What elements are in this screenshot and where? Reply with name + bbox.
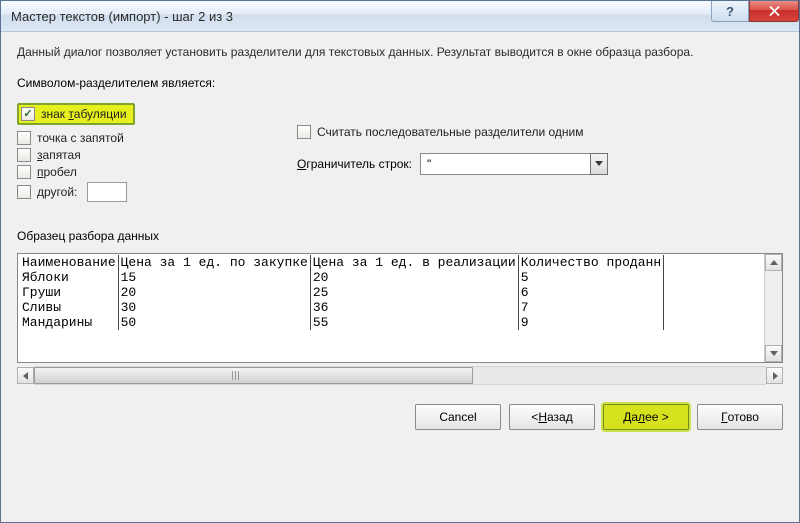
table-row: Груши 20 25 6 bbox=[20, 285, 664, 300]
delimiter-options: ✓ знак табуляции ✓ точка с запятой ✓ зап… bbox=[17, 100, 267, 205]
scroll-track[interactable] bbox=[34, 366, 766, 385]
delimiters-group-label: Символом-разделителем является: bbox=[17, 76, 783, 90]
delimiter-space-checkbox[interactable]: ✓ пробел bbox=[17, 165, 267, 179]
window-buttons: ? bbox=[711, 1, 799, 31]
options-row: ✓ знак табуляции ✓ точка с запятой ✓ зап… bbox=[17, 100, 783, 205]
table-row: Сливы 30 36 7 bbox=[20, 300, 664, 315]
finish-button[interactable]: Готово bbox=[697, 404, 783, 430]
table-cell: 9 bbox=[518, 315, 663, 330]
chevron-down-icon bbox=[595, 161, 603, 167]
close-icon bbox=[769, 6, 780, 16]
preview-area: Наименование Цена за 1 ед. по закупке Це… bbox=[17, 253, 783, 384]
table-row: Яблоки 15 20 5 bbox=[20, 270, 664, 285]
delimiter-comma-label: запятая bbox=[37, 148, 81, 162]
preview-content: Наименование Цена за 1 ед. по закупке Це… bbox=[20, 255, 783, 330]
delimiter-tab-checkbox[interactable]: ✓ знак табуляции bbox=[17, 103, 135, 125]
checkbox-icon: ✓ bbox=[17, 165, 31, 179]
dialog-footer: Cancel < Назад Далее > Готово bbox=[17, 404, 783, 430]
delimiter-other-checkbox[interactable]: ✓ другой: bbox=[17, 182, 267, 202]
checkbox-icon: ✓ bbox=[17, 185, 31, 199]
next-button[interactable]: Далее > bbox=[603, 404, 689, 430]
table-cell: 7 bbox=[518, 300, 663, 315]
delimiter-other-label: другой: bbox=[37, 185, 77, 199]
checkbox-icon: ✓ bbox=[297, 125, 311, 139]
table-header: Цена за 1 ед. по закупке bbox=[118, 255, 310, 270]
table-header: Наименование bbox=[20, 255, 118, 270]
checkbox-icon: ✓ bbox=[17, 148, 31, 162]
chevron-down-icon bbox=[770, 351, 778, 357]
delimiter-semicolon-checkbox[interactable]: ✓ точка с запятой bbox=[17, 131, 267, 145]
extra-options: ✓ Считать последовательные разделители о… bbox=[297, 100, 783, 205]
back-button[interactable]: < Назад bbox=[509, 404, 595, 430]
help-button[interactable]: ? bbox=[711, 1, 749, 22]
chevron-up-icon bbox=[770, 260, 778, 266]
cancel-button[interactable]: Cancel bbox=[415, 404, 501, 430]
help-icon: ? bbox=[726, 4, 734, 19]
table-row: Мандарины 50 55 9 bbox=[20, 315, 664, 330]
delimiter-other-input[interactable] bbox=[87, 182, 127, 202]
table-cell: Яблоки bbox=[20, 270, 118, 285]
table-cell: Мандарины bbox=[20, 315, 118, 330]
table-cell: 6 bbox=[518, 285, 663, 300]
scroll-down-button[interactable] bbox=[765, 345, 782, 362]
text-qualifier-combo[interactable] bbox=[420, 153, 608, 175]
delimiter-comma-checkbox[interactable]: ✓ запятая bbox=[17, 148, 267, 162]
treat-consecutive-label: Считать последовательные разделители одн… bbox=[317, 125, 584, 139]
table-header-row: Наименование Цена за 1 ед. по закупке Це… bbox=[20, 255, 664, 270]
text-qualifier-label: Ограничитель строк: bbox=[297, 157, 412, 171]
client-area: Данный диалог позволяет установить разде… bbox=[1, 32, 799, 522]
table-cell: 50 bbox=[118, 315, 310, 330]
preview-grid: Наименование Цена за 1 ед. по закупке Це… bbox=[17, 253, 783, 363]
text-qualifier-row: Ограничитель строк: bbox=[297, 153, 783, 175]
delimiter-semicolon-label: точка с запятой bbox=[37, 131, 124, 145]
table-header: Цена за 1 ед. в реализации bbox=[310, 255, 518, 270]
checkbox-icon: ✓ bbox=[17, 131, 31, 145]
text-qualifier-input[interactable] bbox=[420, 153, 590, 175]
chevron-right-icon bbox=[772, 372, 778, 380]
table-cell: 20 bbox=[310, 270, 518, 285]
table-header: Количество проданн bbox=[518, 255, 663, 270]
treat-consecutive-checkbox[interactable]: ✓ Считать последовательные разделители о… bbox=[297, 125, 783, 139]
scroll-right-button[interactable] bbox=[766, 367, 783, 384]
preview-table: Наименование Цена за 1 ед. по закупке Це… bbox=[20, 255, 664, 330]
title-bar: Мастер текстов (импорт) - шаг 2 из 3 ? bbox=[1, 1, 799, 32]
table-cell: 30 bbox=[118, 300, 310, 315]
scroll-thumb[interactable] bbox=[34, 367, 473, 384]
combo-dropdown-button[interactable] bbox=[590, 153, 608, 175]
preview-vertical-scrollbar[interactable] bbox=[764, 254, 782, 362]
delimiter-space-label: пробел bbox=[37, 165, 77, 179]
table-cell: 36 bbox=[310, 300, 518, 315]
table-cell: Сливы bbox=[20, 300, 118, 315]
preview-section-label: Образец разбора данных bbox=[17, 229, 783, 243]
dialog-window: Мастер текстов (импорт) - шаг 2 из 3 ? Д… bbox=[0, 0, 800, 523]
window-title: Мастер текстов (импорт) - шаг 2 из 3 bbox=[11, 9, 711, 24]
chevron-left-icon bbox=[23, 372, 29, 380]
close-button[interactable] bbox=[749, 1, 799, 22]
delimiter-tab-label: знак табуляции bbox=[41, 107, 127, 121]
checkbox-icon: ✓ bbox=[21, 107, 35, 121]
description-text: Данный диалог позволяет установить разде… bbox=[17, 44, 783, 60]
table-cell: 55 bbox=[310, 315, 518, 330]
table-cell: 25 bbox=[310, 285, 518, 300]
preview-horizontal-scrollbar[interactable] bbox=[17, 367, 783, 384]
table-cell: 15 bbox=[118, 270, 310, 285]
scroll-left-button[interactable] bbox=[17, 367, 34, 384]
table-cell: 5 bbox=[518, 270, 663, 285]
table-cell: Груши bbox=[20, 285, 118, 300]
scroll-up-button[interactable] bbox=[765, 254, 782, 271]
table-cell: 20 bbox=[118, 285, 310, 300]
